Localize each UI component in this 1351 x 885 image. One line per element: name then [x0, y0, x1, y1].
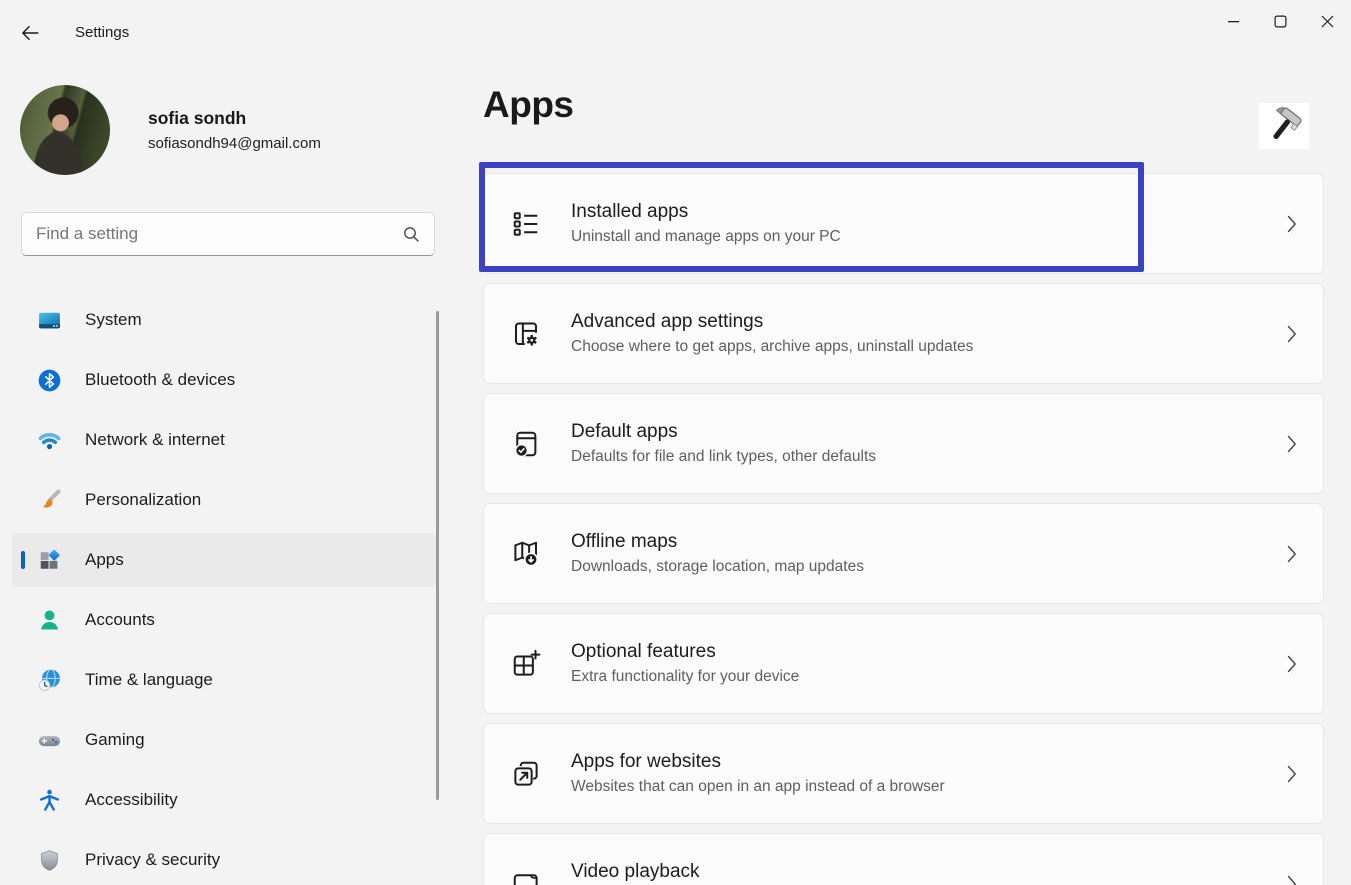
sidebar-item-label: Apps [85, 550, 124, 570]
selected-indicator [21, 551, 25, 569]
back-arrow-icon [19, 22, 41, 44]
sidebar-item-gaming[interactable]: Gaming [12, 713, 436, 767]
system-icon [37, 308, 62, 333]
card-title: Optional features [571, 641, 799, 663]
sidebar-item-label: Time & language [85, 670, 213, 690]
sidebar-item-label: Accounts [85, 610, 155, 630]
settings-card-list: Installed apps Uninstall and manage apps… [483, 173, 1324, 885]
sidebar-item-accounts[interactable]: Accounts [12, 593, 436, 647]
sidebar-item-label: Gaming [85, 730, 145, 750]
profile-name: sofia sondh [148, 108, 321, 129]
search-icon [403, 226, 420, 243]
sidebar-item-label: Accessibility [85, 790, 178, 810]
card-title: Apps for websites [571, 751, 945, 773]
card-subtitle: Websites that can open in an app instead… [571, 778, 945, 797]
card-title: Video playback [571, 861, 700, 883]
sidebar-item-apps[interactable]: Apps [12, 533, 436, 587]
card-subtitle: Extra functionality for your device [571, 668, 799, 687]
sidebar-item-bluetooth-devices[interactable]: Bluetooth & devices [12, 353, 436, 407]
window-controls [1210, 0, 1351, 42]
default-apps-icon [511, 429, 541, 459]
card-subtitle: Choose where to get apps, archive apps, … [571, 338, 973, 357]
settings-window: Settings sofia sondh sofiasondh94@gmail.… [0, 0, 1351, 885]
personalization-icon [37, 488, 62, 513]
privacy-icon [37, 848, 62, 873]
sidebar-item-network-internet[interactable]: Network & internet [12, 413, 436, 467]
search-box [21, 212, 435, 256]
sidebar-item-label: Personalization [85, 490, 201, 510]
sidebar-item-label: Privacy & security [85, 850, 220, 870]
video-playback-icon [511, 869, 541, 885]
card-offline-maps[interactable]: Offline maps Downloads, storage location… [483, 503, 1324, 604]
advanced-app-settings-icon [511, 319, 541, 349]
sidebar-item-time-language[interactable]: Time & language [12, 653, 436, 707]
installed-apps-icon [511, 209, 541, 239]
chevron-right-icon [1287, 545, 1297, 563]
minimize-icon [1227, 15, 1240, 28]
window-title: Settings [75, 24, 129, 41]
minimize-button[interactable] [1210, 0, 1257, 42]
hammer-cursor-graphic [1259, 103, 1309, 149]
search-input[interactable] [22, 224, 403, 244]
page-title: Apps [483, 84, 574, 126]
chevron-right-icon [1287, 215, 1297, 233]
sidebar-item-label: Network & internet [85, 430, 225, 450]
card-installed-apps[interactable]: Installed apps Uninstall and manage apps… [483, 173, 1324, 274]
card-title: Offline maps [571, 531, 864, 553]
profile-email: sofiasondh94@gmail.com [148, 135, 321, 152]
chevron-right-icon [1287, 655, 1297, 673]
hammer-icon [1261, 105, 1307, 147]
close-icon [1321, 15, 1334, 28]
offline-maps-icon [511, 539, 541, 569]
card-default-apps[interactable]: Default apps Defaults for file and link … [483, 393, 1324, 494]
maximize-icon [1274, 15, 1287, 28]
sidebar-item-privacy-security[interactable]: Privacy & security [12, 833, 436, 885]
card-video-playback[interactable]: Video playback [483, 833, 1324, 885]
sidebar-item-system[interactable]: System [12, 293, 436, 347]
chevron-right-icon [1287, 325, 1297, 343]
avatar [20, 85, 110, 175]
sidebar-scrollbar[interactable] [436, 311, 439, 800]
sidebar-item-personalization[interactable]: Personalization [12, 473, 436, 527]
optional-features-icon [511, 649, 541, 679]
card-apps-for-websites[interactable]: Apps for websites Websites that can open… [483, 723, 1324, 824]
chevron-right-icon [1287, 765, 1297, 783]
bluetooth-icon [37, 368, 62, 393]
sidebar-nav: System Bluetooth & devices Network & int… [12, 293, 436, 885]
maximize-button[interactable] [1257, 0, 1304, 42]
accounts-icon [37, 608, 62, 633]
gaming-icon [37, 728, 62, 753]
card-subtitle: Defaults for file and link types, other … [571, 448, 876, 467]
apps-icon [37, 548, 62, 573]
card-title: Installed apps [571, 201, 841, 223]
close-button[interactable] [1304, 0, 1351, 42]
card-advanced-app-settings[interactable]: Advanced app settings Choose where to ge… [483, 283, 1324, 384]
accessibility-icon [37, 788, 62, 813]
sidebar-item-label: System [85, 310, 142, 330]
card-optional-features[interactable]: Optional features Extra functionality fo… [483, 613, 1324, 714]
profile-section[interactable]: sofia sondh sofiasondh94@gmail.com [20, 84, 420, 176]
card-title: Advanced app settings [571, 311, 973, 333]
back-button[interactable] [14, 18, 46, 48]
network-icon [37, 428, 62, 453]
chevron-right-icon [1287, 435, 1297, 453]
sidebar-item-label: Bluetooth & devices [85, 370, 235, 390]
card-title: Default apps [571, 421, 876, 443]
chevron-right-icon [1287, 875, 1297, 885]
card-subtitle: Uninstall and manage apps on your PC [571, 228, 841, 247]
card-subtitle: Downloads, storage location, map updates [571, 558, 864, 577]
time-language-icon [37, 668, 62, 693]
sidebar-item-accessibility[interactable]: Accessibility [12, 773, 436, 827]
apps-for-websites-icon [511, 759, 541, 789]
